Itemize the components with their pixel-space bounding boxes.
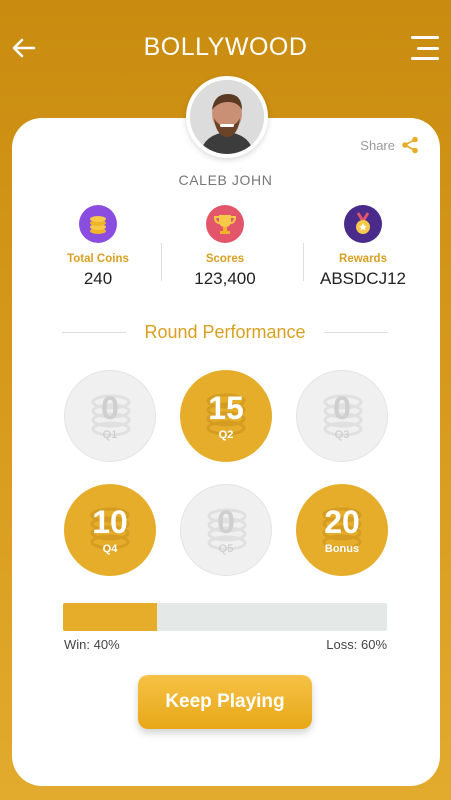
round-badge-q4: 10 Q4 xyxy=(64,484,156,576)
menu-line xyxy=(411,57,439,60)
divider xyxy=(161,243,162,281)
stat-value: 240 xyxy=(83,269,113,288)
stat-value: 123,400 xyxy=(194,269,256,288)
trophy-icon xyxy=(206,205,244,243)
win-label: Win: 40% xyxy=(64,637,120,652)
round-score: 0 xyxy=(101,390,119,426)
round-score: 20 xyxy=(324,504,360,540)
menu-line xyxy=(411,36,439,39)
round-label: Q3 xyxy=(334,429,350,441)
share-icon xyxy=(402,136,418,154)
round-performance-heading: Round Performance xyxy=(62,320,388,344)
round-label: Q2 xyxy=(218,429,234,441)
stat-scores: Scores 123,400 xyxy=(165,205,285,289)
win-loss-progress-bar xyxy=(63,603,387,631)
round-score: 0 xyxy=(333,390,351,426)
menu-button[interactable] xyxy=(409,36,439,60)
round-score: 10 xyxy=(92,504,128,540)
round-score: 0 xyxy=(217,504,235,540)
keep-playing-button[interactable]: Keep Playing xyxy=(138,675,312,729)
round-badge-q5: 0 Q5 xyxy=(180,484,272,576)
share-label: Share xyxy=(360,137,395,153)
page-title: BOLLYWOOD xyxy=(143,33,308,61)
avatar[interactable] xyxy=(190,80,264,154)
avatar-frame xyxy=(186,76,268,158)
person-photo-icon xyxy=(190,80,264,154)
stat-total-coins: Total Coins 240 xyxy=(38,205,158,289)
round-label: Bonus xyxy=(324,543,360,555)
divider xyxy=(62,331,127,333)
stats-row: Total Coins 240 Scores 123,400 Rewards A… xyxy=(48,205,410,297)
stat-label: Total Coins xyxy=(67,253,129,265)
stat-label: Scores xyxy=(205,253,245,265)
stat-rewards: Rewards ABSDCJ12 xyxy=(303,205,423,289)
divider xyxy=(323,331,388,333)
win-progress-fill xyxy=(63,603,157,631)
round-label: Q5 xyxy=(218,543,234,555)
section-title: Round Performance xyxy=(144,321,306,342)
round-badge-q2: 15 Q2 xyxy=(180,370,272,462)
round-label: Q1 xyxy=(102,429,118,441)
round-label: Q4 xyxy=(102,543,118,555)
menu-line xyxy=(417,46,439,50)
stat-value: ABSDCJ12 xyxy=(320,269,406,288)
loss-label: Loss: 60% xyxy=(326,637,387,652)
medal-icon xyxy=(344,205,382,243)
share-button[interactable]: Share xyxy=(360,136,419,154)
stat-label: Rewards xyxy=(339,253,387,265)
coins-icon xyxy=(79,205,117,243)
round-badge-q1: 0 Q1 xyxy=(64,370,156,462)
player-name: CALEB JOHN xyxy=(178,172,273,188)
round-score: 15 xyxy=(208,390,244,426)
round-badge-q3: 0 Q3 xyxy=(296,370,388,462)
round-badge-bonus: 20 Bonus xyxy=(296,484,388,576)
